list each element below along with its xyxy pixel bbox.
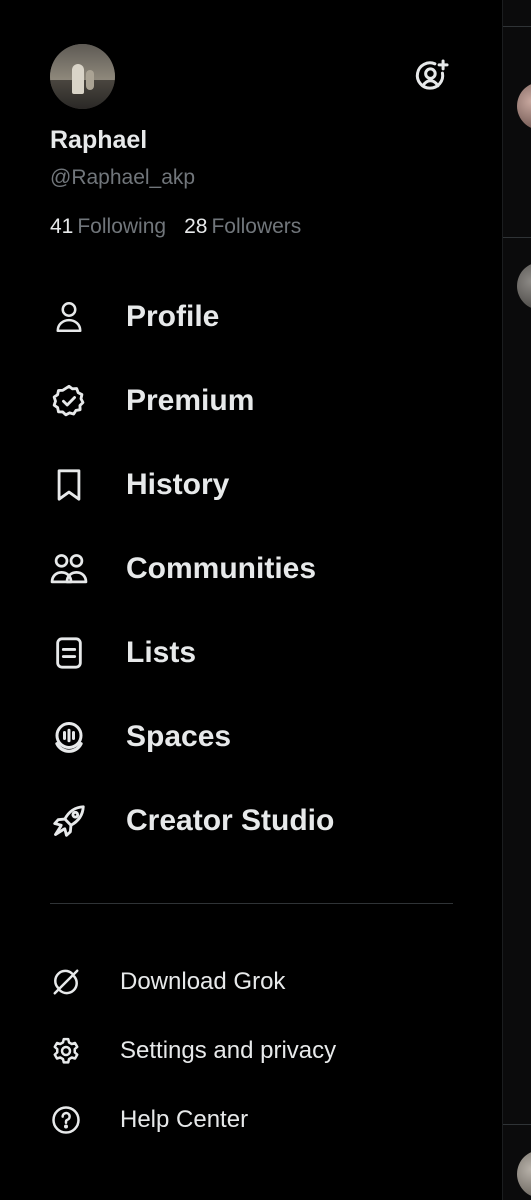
feed-avatar [517,82,531,130]
nav-item-creator-studio[interactable]: Creator Studio [0,779,502,863]
nav-item-label: Premium [126,384,255,417]
background-feed-edge[interactable] [502,0,531,1200]
menu-item-label: Download Grok [120,968,286,995]
menu-item-label: Help Center [120,1106,249,1133]
feed-divider [503,237,531,238]
person-icon [50,298,88,336]
nav-item-spaces[interactable]: Spaces [0,695,502,779]
nav-item-label: History [126,468,230,501]
feed-divider [503,1124,531,1125]
spaces-icon [50,718,88,756]
communities-icon [50,550,88,588]
gear-icon [50,1035,82,1067]
add-account-button[interactable] [412,56,452,96]
help-icon [50,1104,82,1136]
nav-item-history[interactable]: History [0,443,502,527]
following-stat[interactable]: 41 Following [50,215,166,239]
nav-item-communities[interactable]: Communities [0,527,502,611]
nav-item-label: Profile [126,300,220,333]
followers-stat[interactable]: 28 Followers [184,215,301,239]
side-drawer: Raphael @Raphael_akp 41 Following 28 Follo… [0,0,502,1200]
follow-stats: 41 Following 28 Followers [50,215,301,239]
nav-item-label: Communities [126,552,317,585]
following-count: 41 [50,215,74,238]
feed-divider [503,26,531,27]
feed-avatar [517,1150,531,1198]
nav-item-premium[interactable]: Premium [0,359,502,443]
nav-item-lists[interactable]: Lists [0,611,502,695]
rocket-icon [50,802,88,840]
verified-badge-icon [50,382,88,420]
following-label: Following [77,215,167,238]
nav-item-label: Spaces [126,720,232,753]
feed-avatar [517,262,531,310]
list-icon [50,634,88,672]
user-handle: @Raphael_akp [50,166,196,189]
menu-item-settings-privacy[interactable]: Settings and privacy [0,1021,502,1081]
nav-item-label: Creator Studio [126,804,335,837]
avatar-person-secondary [86,70,94,90]
bookmark-icon [50,466,88,504]
followers-label: Followers [211,215,302,238]
display-name[interactable]: Raphael [50,126,147,155]
menu-item-help-center[interactable]: Help Center [0,1090,502,1150]
avatar-person [72,64,84,94]
avatar[interactable] [50,44,115,109]
add-account-icon [413,57,451,95]
menu-item-download-grok[interactable]: Download Grok [0,952,502,1012]
grok-icon [50,966,82,998]
section-divider [50,903,453,904]
nav-item-profile[interactable]: Profile [0,275,502,359]
menu-item-label: Settings and privacy [120,1037,337,1064]
followers-count: 28 [184,215,208,238]
nav-item-label: Lists [126,636,197,669]
